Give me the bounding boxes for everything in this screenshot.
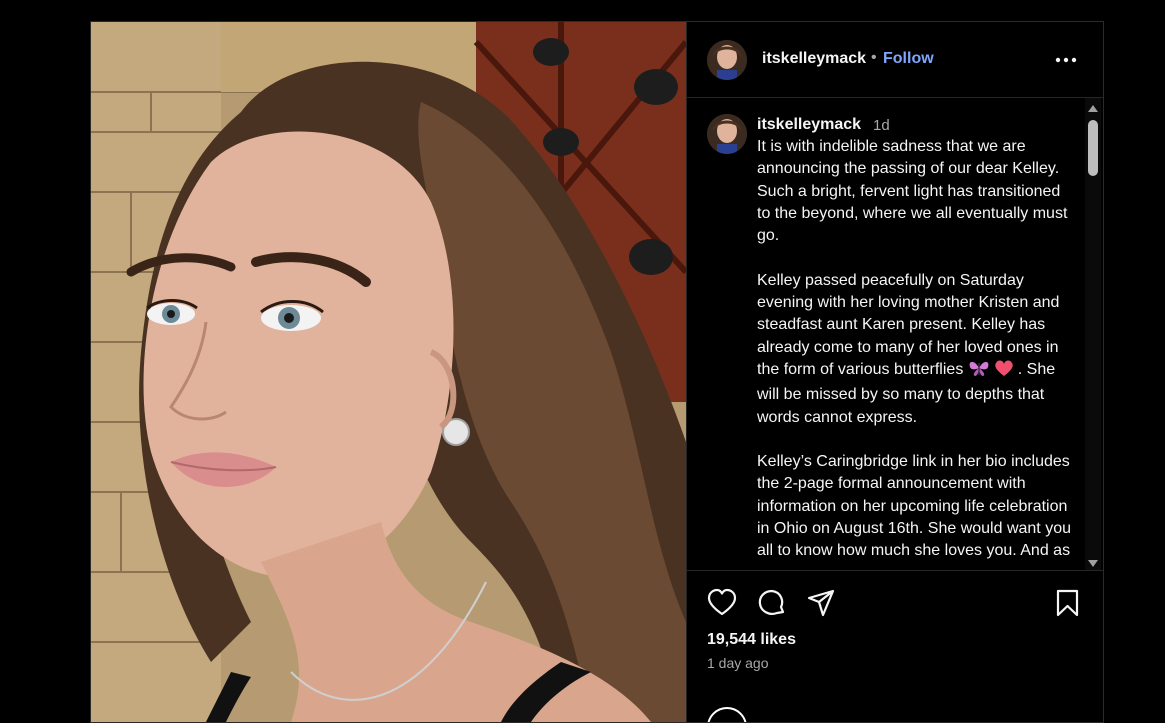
caption-username[interactable]: itskelleymack <box>757 116 861 134</box>
post-modal: itskelleymack • Follow itskelleymack 1d … <box>90 21 1104 723</box>
post-age[interactable]: 1 day ago <box>707 655 769 671</box>
caption-paragraph-3: Kelley’s Caringbridge link in her bio in… <box>757 453 1071 560</box>
caption-text: It is with indelible sadness that we are… <box>757 136 1073 570</box>
paper-plane-icon[interactable] <box>806 588 836 618</box>
scroll-up-arrow-icon[interactable] <box>1087 102 1099 114</box>
butterfly-emoji <box>968 359 990 384</box>
post-actions: 19,544 likes 1 day ago <box>687 570 1103 722</box>
portrait-image <box>91 22 686 722</box>
caption-scrollbar[interactable] <box>1085 98 1101 570</box>
heart-icon[interactable] <box>707 588 737 618</box>
author-avatar[interactable] <box>707 40 747 80</box>
caption-scroll-area[interactable]: itskelleymack 1d It is with indelible sa… <box>687 98 1103 570</box>
bookmark-icon[interactable] <box>1053 588 1083 618</box>
more-options-icon[interactable] <box>1051 50 1081 70</box>
caption-paragraph-2-start: Kelley passed peacefully on Saturday eve… <box>757 271 1060 378</box>
post-photo[interactable] <box>91 22 686 722</box>
scrollbar-thumb[interactable] <box>1088 120 1098 176</box>
emoji-button[interactable] <box>707 707 747 722</box>
caption-paragraph-1: It is with indelible sadness that we are… <box>757 138 1068 245</box>
post-header: itskelleymack • Follow <box>687 22 1103 98</box>
comment-bubble-icon[interactable] <box>757 588 787 618</box>
separator-dot: • <box>871 49 877 66</box>
caption-paragraph-2: Kelley passed peacefully on Saturday eve… <box>757 270 1073 429</box>
heart-emoji <box>994 359 1014 384</box>
author-username[interactable]: itskelleymack <box>762 50 866 68</box>
scroll-down-arrow-icon[interactable] <box>1087 556 1099 568</box>
caption-timestamp[interactable]: 1d <box>873 117 890 134</box>
follow-button[interactable]: Follow <box>883 50 934 68</box>
likes-count[interactable]: 19,544 likes <box>707 631 796 649</box>
caption-avatar[interactable] <box>707 114 747 154</box>
post-side-panel: itskelleymack • Follow itskelleymack 1d … <box>686 22 1103 722</box>
